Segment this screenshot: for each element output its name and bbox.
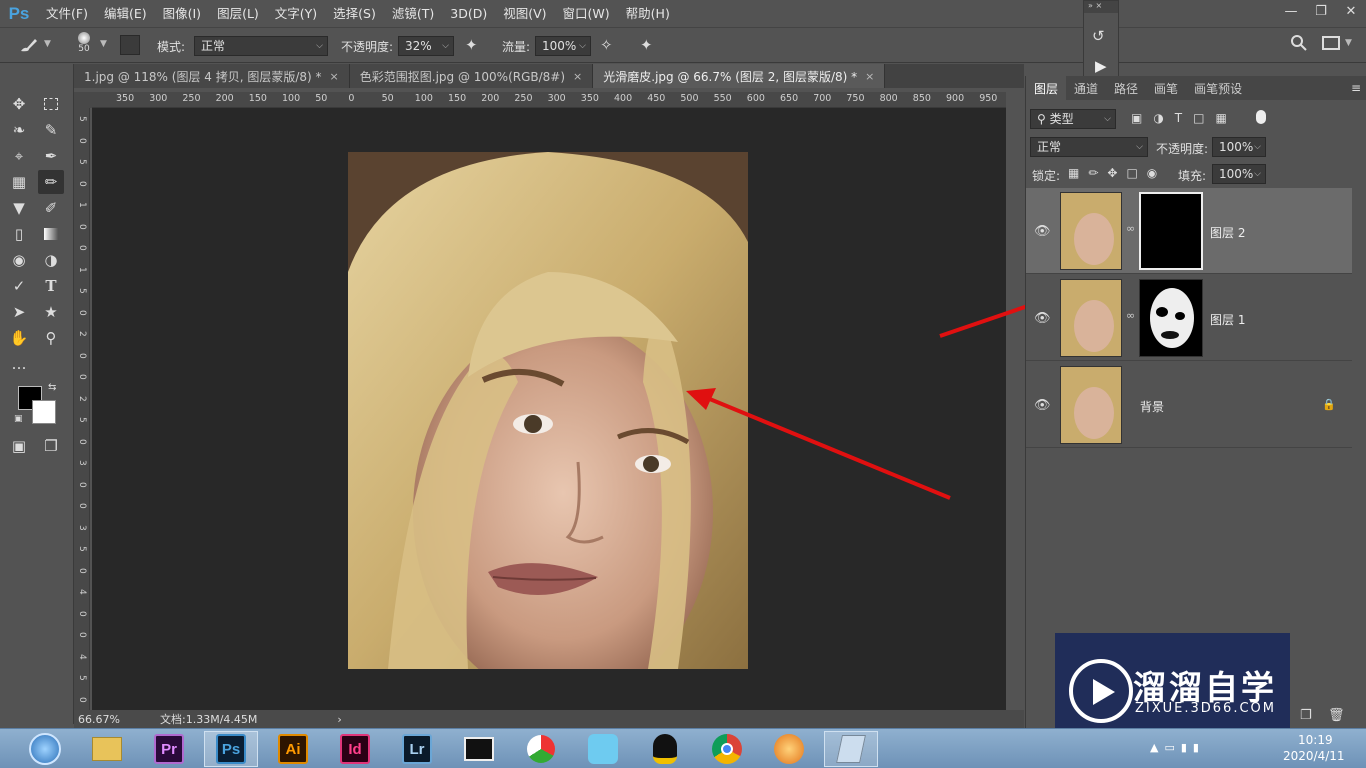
link-icon[interactable]: ∞ xyxy=(1126,222,1135,235)
fill-label: 填充: xyxy=(1178,169,1207,183)
tab-channels[interactable]: 通道 xyxy=(1066,76,1106,100)
layer-thumbnail[interactable] xyxy=(1060,279,1122,357)
start-button[interactable] xyxy=(18,731,72,767)
media-player-icon[interactable] xyxy=(514,731,568,767)
visibility-eye-icon[interactable]: 👁 xyxy=(1034,224,1051,239)
layer-row[interactable]: 👁 ∞ 图层 1 xyxy=(1026,275,1352,361)
panel-menu-icon[interactable]: ≡ xyxy=(1351,76,1366,100)
photoshop-icon[interactable]: Ps xyxy=(204,731,258,767)
chevron-down-icon: ⌵ xyxy=(1104,114,1111,124)
trash-icon[interactable]: 🗑 xyxy=(1328,708,1345,723)
illustrator-icon[interactable]: Ai xyxy=(266,731,320,767)
annotation-arrow xyxy=(699,393,951,500)
layer-name[interactable]: 图层 1 xyxy=(1210,311,1245,328)
indesign-icon[interactable]: Id xyxy=(328,731,382,767)
layer-name[interactable]: 图层 2 xyxy=(1210,224,1245,241)
layer-opacity-field[interactable]: 100% ⌵ xyxy=(1212,137,1266,157)
blend-mode-value: 正常 xyxy=(1037,140,1062,154)
file-explorer-icon[interactable] xyxy=(80,731,134,767)
layer-mask-thumbnail[interactable] xyxy=(1139,279,1203,357)
tab-brush[interactable]: 画笔 xyxy=(1146,76,1186,100)
layer-opacity-value: 100% xyxy=(1219,140,1254,154)
fill-value: 100% xyxy=(1219,167,1254,181)
notes-app-icon[interactable] xyxy=(824,731,878,767)
tray-icons[interactable]: ▲▭▮▮ xyxy=(1150,741,1205,754)
chevron-down-icon: ⌵ xyxy=(1254,142,1261,152)
chevron-right-icon[interactable]: › xyxy=(337,713,341,726)
watermark-url: ZIXUE.3D66.COM xyxy=(1135,701,1276,716)
layer-thumbnail[interactable] xyxy=(1060,192,1122,270)
filter-toggle-icon[interactable] xyxy=(1256,110,1266,124)
qq-icon[interactable] xyxy=(638,731,692,767)
visibility-eye-icon[interactable]: 👁 xyxy=(1034,398,1051,413)
fill-field[interactable]: 100% ⌵ xyxy=(1212,164,1266,184)
chrome-icon[interactable] xyxy=(700,731,754,767)
video-editor-icon[interactable] xyxy=(452,731,506,767)
clock-time[interactable]: 10:19 xyxy=(1298,733,1333,747)
layer-row[interactable]: 👁 背景 🔒 xyxy=(1026,362,1352,448)
lightroom-icon[interactable]: Lr xyxy=(390,731,444,767)
lock-icons[interactable]: ▦✏✥□◉ xyxy=(1068,166,1166,180)
premiere-icon[interactable]: Pr xyxy=(142,731,196,767)
lock-label: 锁定: xyxy=(1032,169,1061,183)
tab-paths[interactable]: 路径 xyxy=(1106,76,1146,100)
filter-kind: 类型 xyxy=(1049,112,1074,126)
visibility-eye-icon[interactable]: 👁 xyxy=(1034,311,1051,326)
link-icon[interactable]: ∞ xyxy=(1126,309,1135,322)
tab-layers[interactable]: 图层 xyxy=(1026,76,1067,100)
tab-brush-presets[interactable]: 画笔预设 xyxy=(1186,76,1250,100)
layer-row[interactable]: 👁 ∞ 图层 2 xyxy=(1026,188,1352,274)
document-size: 文档:1.33M/4.45M xyxy=(160,713,258,726)
layer-filter-icons[interactable]: ▣◑T□▦ xyxy=(1131,111,1238,125)
chevron-down-icon: ⌵ xyxy=(1136,142,1143,152)
play-logo-icon xyxy=(1069,659,1133,723)
layer-opacity-label: 不透明度: xyxy=(1156,142,1209,156)
layer-name[interactable]: 背景 xyxy=(1140,398,1164,415)
browser-icon[interactable] xyxy=(762,731,816,767)
layer-thumbnail[interactable] xyxy=(1060,366,1122,444)
clock-date[interactable]: 2020/4/11 xyxy=(1283,749,1345,763)
chat-app-icon[interactable] xyxy=(576,731,630,767)
layer-filter-select[interactable]: ⚲ 类型 ⌵ xyxy=(1030,109,1116,129)
status-bar: 66.67% 文档:1.33M/4.45M › xyxy=(74,710,1024,728)
layer-mask-thumbnail[interactable] xyxy=(1139,192,1203,270)
layers-panel: 图层 通道 路径 画笔 画笔预设 ≡ ⚲ 类型 ⌵ ▣◑T□▦ 正常 ⌵ 不透明… xyxy=(1025,76,1366,728)
taskbar: Pr Ps Ai Id Lr ▲▭▮▮ 10:19 2020/4/11 xyxy=(0,728,1366,768)
chevron-down-icon: ⌵ xyxy=(1254,169,1261,179)
panel-tabs: 图层 通道 路径 画笔 画笔预设 ≡ xyxy=(1026,76,1366,100)
new-layer-icon[interactable]: ❐ xyxy=(1300,708,1312,723)
lock-icon: 🔒 xyxy=(1322,398,1336,411)
blend-mode-select[interactable]: 正常 ⌵ xyxy=(1030,137,1148,157)
search-icon: ⚲ xyxy=(1037,112,1050,126)
zoom-level[interactable]: 66.67% xyxy=(78,713,158,726)
